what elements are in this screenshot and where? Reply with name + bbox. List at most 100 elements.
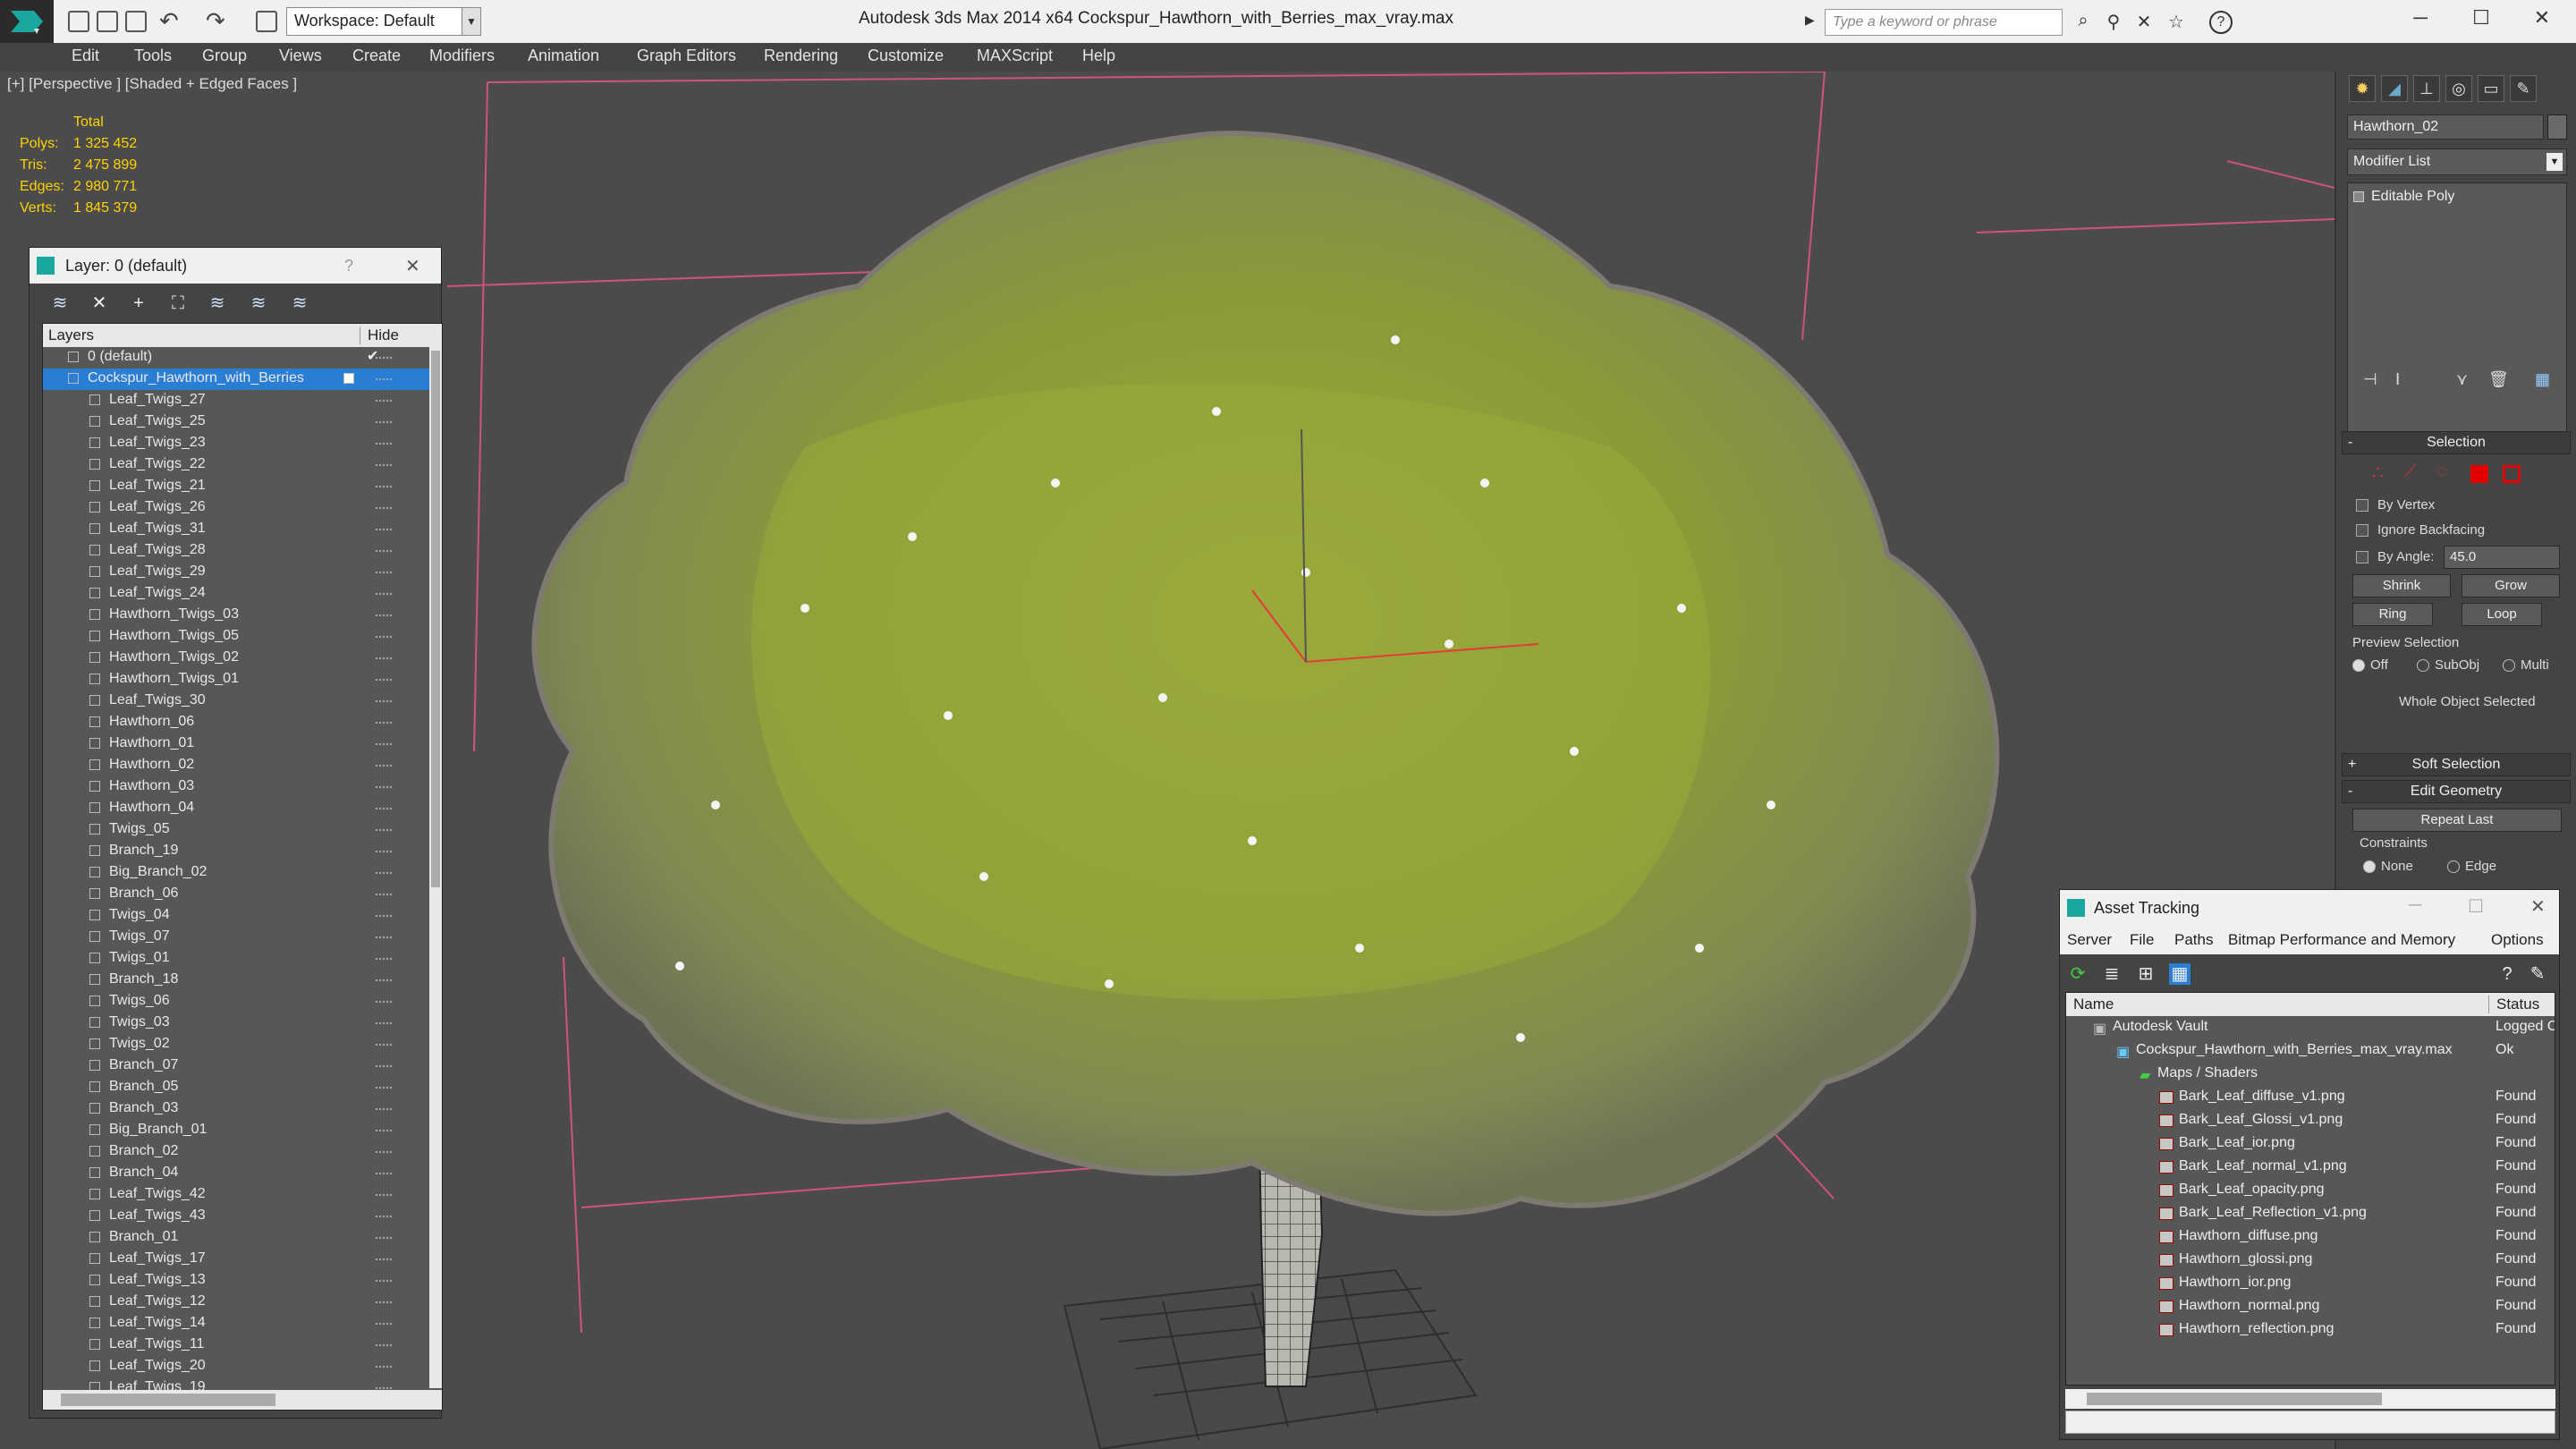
redo-icon[interactable]: ↷ [206, 7, 225, 35]
column-name[interactable]: Name [2073, 996, 2114, 1013]
polygon-mode-icon[interactable] [2470, 465, 2488, 483]
layer-row[interactable]: Leaf_Twigs_31 [43, 519, 429, 540]
hide-toggle[interactable] [376, 507, 392, 509]
close-icon[interactable]: ✕ [2530, 895, 2546, 918]
menu-file[interactable]: File [2130, 931, 2154, 949]
menu-server[interactable]: Server [2067, 931, 2112, 949]
layer-row[interactable]: Hawthorn_03 [43, 776, 429, 798]
hide-toggle[interactable] [376, 1065, 392, 1067]
scrollbar-thumb[interactable] [2087, 1393, 2382, 1405]
hide-toggle[interactable] [376, 765, 392, 767]
preview-multi-radio[interactable] [2503, 659, 2515, 672]
soft-selection-rollout-header[interactable]: + Soft Selection [2342, 753, 2571, 776]
layer-window-titlebar[interactable]: Layer: 0 (default) ? ✕ [30, 248, 441, 284]
hide-toggle[interactable] [376, 1216, 392, 1217]
tree-view-icon[interactable]: ⊞ [2135, 963, 2157, 985]
layer-row[interactable]: Twigs_06 [43, 991, 429, 1013]
edit-geometry-rollout-header[interactable]: - Edit Geometry [2342, 780, 2571, 803]
list-view-icon[interactable]: ≣ [2101, 963, 2123, 985]
hide-toggle[interactable] [376, 851, 392, 852]
motion-tab-icon[interactable]: ◎ [2445, 75, 2472, 102]
asset-row-map[interactable]: Hawthorn_glossi.png Found [2066, 1249, 2555, 1272]
layer-row[interactable]: Branch_04 [43, 1163, 429, 1184]
modifier-list-dropdown[interactable]: Modifier List ▼ [2347, 148, 2567, 175]
hide-toggle[interactable] [376, 979, 392, 981]
layer-row[interactable]: Leaf_Twigs_11 [43, 1335, 429, 1356]
current-layer-icon[interactable] [343, 373, 354, 384]
column-hide[interactable]: Hide [360, 326, 399, 344]
layer-row[interactable]: Hawthorn_02 [43, 755, 429, 776]
layer-row[interactable]: Twigs_02 [43, 1034, 429, 1055]
asset-row-map[interactable]: Hawthorn_ior.png Found [2066, 1272, 2555, 1295]
layer-list[interactable]: Layers Hide 0 (default) ✔ Cockspur_Hawth… [42, 323, 443, 1411]
layer-row[interactable]: Branch_05 [43, 1077, 429, 1098]
menu-views[interactable]: Views [279, 47, 322, 65]
create-tab-icon[interactable]: ✹ [2349, 75, 2376, 102]
hide-toggle[interactable] [376, 894, 392, 895]
vertex-mode-icon[interactable]: ∴ [2372, 462, 2384, 484]
column-layers[interactable]: Layers [48, 326, 94, 344]
utilities-tab-icon[interactable]: ✎ [2510, 75, 2537, 102]
layer-row[interactable]: Leaf_Twigs_25 [43, 411, 429, 433]
open-file-icon[interactable] [97, 11, 118, 32]
selection-rollout-header[interactable]: - Selection [2342, 431, 2571, 454]
hide-toggle[interactable] [376, 1366, 392, 1368]
repeat-last-button[interactable]: Repeat Last [2352, 809, 2562, 832]
constraint-edge-radio[interactable] [2447, 860, 2460, 873]
ignore-backfacing-checkbox[interactable] [2356, 524, 2368, 537]
layer-row[interactable]: Leaf_Twigs_17 [43, 1249, 429, 1270]
asset-row-folder[interactable]: ▰ Maps / Shaders [2066, 1063, 2555, 1086]
layer-row[interactable]: Big_Branch_02 [43, 862, 429, 884]
layer-row[interactable]: Hawthorn_01 [43, 733, 429, 755]
asset-path-field[interactable] [2065, 1411, 2555, 1434]
layer-row[interactable]: Branch_02 [43, 1141, 429, 1163]
hierarchy-tab-icon[interactable]: ⊥ [2413, 75, 2440, 102]
object-name-field[interactable]: Hawthorn_02 [2347, 114, 2544, 140]
hide-toggle[interactable] [376, 572, 392, 573]
hide-toggle[interactable] [376, 443, 392, 445]
highlight-layer-icon[interactable]: ≋ [207, 292, 228, 314]
menu-rendering[interactable]: Rendering [764, 47, 838, 65]
chevron-down-icon[interactable]: ▼ [2546, 153, 2563, 171]
hide-toggle[interactable] [376, 808, 392, 809]
help-icon[interactable]: ? [2209, 11, 2233, 34]
border-mode-icon[interactable]: ◌ [2436, 462, 2447, 482]
layer-row[interactable]: Branch_18 [43, 970, 429, 991]
refresh-icon[interactable]: ⟳ [2067, 963, 2089, 985]
asset-row-map[interactable]: Hawthorn_normal.png Found [2066, 1295, 2555, 1318]
hide-toggle[interactable] [376, 786, 392, 788]
menu-paths[interactable]: Paths [2174, 931, 2213, 949]
maximize-window-icon[interactable]: ☐ [2451, 0, 2512, 36]
subscription-icon[interactable]: ⚲ [2102, 11, 2125, 34]
asset-row-map[interactable]: Bark_Leaf_diffuse_v1.png Found [2066, 1086, 2555, 1109]
ring-button[interactable]: Ring [2352, 603, 2433, 626]
layer-row[interactable]: Leaf_Twigs_29 [43, 562, 429, 583]
asset-row-map[interactable]: Bark_Leaf_opacity.png Found [2066, 1179, 2555, 1202]
table-view-icon[interactable]: ▦ [2169, 963, 2190, 985]
project-folder-icon[interactable] [256, 11, 277, 32]
hide-toggle[interactable] [376, 1344, 392, 1346]
asset-row-max-file[interactable]: ▣ Cockspur_Hawthorn_with_Berries_max_vra… [2066, 1039, 2555, 1063]
maximize-icon[interactable]: ☐ [2468, 895, 2484, 918]
menu-customize[interactable]: Customize [868, 47, 944, 65]
asset-row-map[interactable]: Bark_Leaf_ior.png Found [2066, 1132, 2555, 1156]
hide-toggle[interactable] [376, 1001, 392, 1003]
layer-row-selected[interactable]: Cockspur_Hawthorn_with_Berries [43, 369, 429, 390]
add-to-layer-icon[interactable]: + [128, 292, 149, 314]
menu-group[interactable]: Group [202, 47, 247, 65]
asset-row-map[interactable]: Hawthorn_diffuse.png Found [2066, 1225, 2555, 1249]
layer-row[interactable]: Branch_06 [43, 884, 429, 905]
horizontal-scrollbar[interactable] [43, 1390, 442, 1410]
help-icon[interactable]: ? [2496, 963, 2518, 985]
hide-toggle[interactable] [376, 421, 392, 423]
asset-table[interactable]: Name Status ▣ Autodesk Vault Logged O ▣ … [2065, 992, 2555, 1385]
menu-options[interactable]: Options [2491, 931, 2544, 949]
menu-maxscript[interactable]: MAXScript [977, 47, 1053, 65]
stack-item-editable-poly[interactable]: Editable Poly [2353, 189, 2454, 205]
create-layer-icon[interactable]: ≋ [49, 292, 71, 314]
menu-modifiers[interactable]: Modifiers [429, 47, 495, 65]
select-objects-icon[interactable]: ⛶ [167, 292, 189, 314]
asset-window-titlebar[interactable]: Asset Tracking ─ ☐ ✕ [2060, 890, 2559, 926]
expand-icon[interactable] [2353, 191, 2364, 202]
hide-toggle[interactable] [376, 636, 392, 638]
